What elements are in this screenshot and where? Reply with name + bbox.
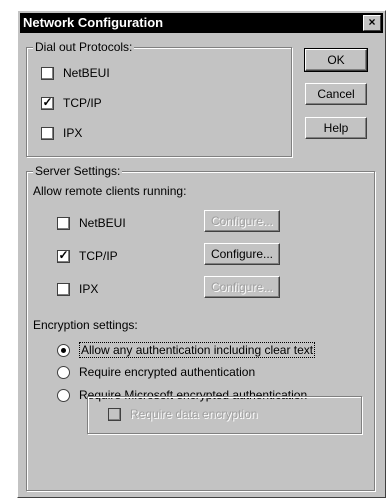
server-tcpip-label: TCP/IP: [79, 249, 118, 263]
dialout-ipx-label: IPX: [63, 126, 83, 140]
checkbox-box: [57, 282, 70, 296]
ok-button[interactable]: OK: [304, 48, 368, 72]
network-configuration-dialog: Network Configuration × Dial out Protoco…: [17, 10, 386, 498]
checkbox-box: [41, 66, 54, 80]
radio-allow-any-authentication[interactable]: Allow any authentication including clear…: [57, 342, 316, 358]
dialout-netbeui-label: NetBEUI: [63, 66, 110, 80]
checkbox-box: ✓: [57, 247, 70, 263]
ok-button-label: OK: [327, 53, 345, 67]
dialout-tcpip-checkbox[interactable]: ✓ TCP/IP: [41, 94, 102, 110]
require-data-encryption-checkbox[interactable]: Require data encryption: [108, 407, 257, 421]
require-data-encryption-label: Require data encryption: [130, 407, 258, 421]
configure-ipx-label: Configure...: [210, 280, 274, 294]
radio-circle: [57, 343, 70, 357]
dialout-netbeui-checkbox[interactable]: NetBEUI: [41, 66, 110, 80]
server-ipx-checkbox[interactable]: IPX: [57, 282, 98, 296]
data-encryption-subgroup: Require data encryption: [87, 396, 362, 434]
checkbox-box: ✓: [41, 94, 54, 110]
configure-netbeui-label: Configure...: [210, 214, 274, 228]
cancel-button-label: Cancel: [317, 87, 355, 101]
close-icon: ×: [368, 15, 376, 29]
radio-require-encrypted-label: Require encrypted authentication: [79, 365, 256, 379]
dialout-protocols-legend: Dial out Protocols:: [33, 40, 135, 54]
checkbox-box: [108, 407, 121, 421]
server-netbeui-checkbox[interactable]: NetBEUI: [57, 216, 126, 230]
server-ipx-label: IPX: [79, 282, 99, 296]
radio-allow-any-label: Allow any authentication including clear…: [79, 342, 316, 358]
server-settings-legend: Server Settings:: [33, 164, 123, 178]
configure-netbeui-button[interactable]: Configure...: [204, 210, 280, 232]
help-button[interactable]: Help: [305, 117, 367, 139]
window-title: Network Configuration: [23, 15, 164, 30]
checkbox-box: [57, 216, 70, 230]
help-button-label: Help: [323, 121, 349, 135]
cancel-button[interactable]: Cancel: [305, 83, 367, 105]
server-settings-group: Server Settings: Allow remote clients ru…: [26, 164, 375, 491]
close-button[interactable]: ×: [363, 15, 381, 31]
server-tcpip-checkbox[interactable]: ✓ TCP/IP: [57, 247, 118, 263]
dialout-protocols-group: Dial out Protocols: NetBEUI ✓ TCP/IP IPX: [26, 40, 292, 157]
configure-tcpip-label: Configure...: [210, 247, 274, 261]
radio-require-encrypted[interactable]: Require encrypted authentication: [57, 365, 255, 379]
server-netbeui-label: NetBEUI: [79, 216, 126, 230]
dialout-ipx-checkbox[interactable]: IPX: [41, 126, 82, 140]
configure-ipx-button[interactable]: Configure...: [204, 276, 280, 298]
checkmark-icon: ✓: [42, 94, 53, 109]
radio-circle: [57, 388, 70, 402]
title-bar: Network Configuration ×: [20, 13, 383, 33]
encryption-settings-label: Encryption settings:: [33, 318, 138, 332]
checkbox-box: [41, 126, 54, 140]
allow-remote-clients-label: Allow remote clients running:: [33, 184, 187, 198]
dialout-tcpip-label: TCP/IP: [63, 96, 102, 110]
radio-dot-icon: [61, 347, 66, 353]
configure-tcpip-button[interactable]: Configure...: [204, 243, 280, 265]
checkmark-icon: ✓: [58, 247, 69, 262]
radio-circle: [57, 365, 70, 379]
